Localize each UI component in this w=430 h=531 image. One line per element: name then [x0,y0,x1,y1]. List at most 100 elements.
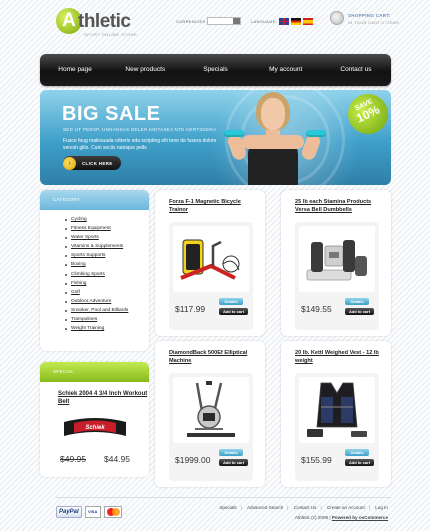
category-item[interactable]: Trampolines [40,315,149,324]
footer-links: Specials | Advanced Search | Contact Us | C… [219,505,388,510]
nav-item-specials[interactable]: Specials [180,54,250,86]
special-heading: SPECIAL [40,362,149,382]
details-button[interactable]: Details [345,449,369,456]
category-item[interactable]: Outdoor Adventure [40,297,149,306]
elliptical-machine-image[interactable] [173,377,249,443]
mastercard-logo [103,506,122,518]
logo[interactable]: A thletic SPORT ONLINE STORE [56,8,156,38]
banner-subtitle: SED UT PERSP. UNNANSAS DELER KRITASEA NT… [63,127,217,132]
product-frame: $1999.00 Details Add to cart [169,373,253,481]
add-to-cart-button[interactable]: Add to cart [219,308,248,315]
footer-link-specials[interactable]: Specials [219,505,236,510]
language-label: LANGUAGE: [251,19,278,24]
click-here-label: CLICK HERE [82,160,113,166]
footer-separator: | [329,515,331,520]
footer-link-log-in[interactable]: Log In [375,505,388,510]
banner-description: Fusce feug malesuada orberis eda scripti… [63,138,217,151]
flag-uk-icon[interactable] [279,18,289,25]
svg-text:Schiek: Schiek [85,425,105,431]
nav-item-home[interactable]: Home page [40,54,110,86]
cart-icon[interactable] [330,11,344,25]
bicycle-trainer-image[interactable] [173,226,249,292]
product-price: $1999.00 [175,455,211,465]
category-list: Cycling Fitness Equipment Water Sports V… [40,210,149,333]
powered-by-link[interactable]: Powered by osCommerce [332,515,388,520]
footer-link-contact-us[interactable]: Contact Us [294,505,317,510]
product-name[interactable]: DiamondBack 500Ef Elliptical Machine [169,349,261,365]
details-button[interactable]: Details [219,298,243,305]
currency-select[interactable] [207,17,241,25]
footer-link-create-account[interactable]: Create an Account [327,505,365,510]
dumbbells-image[interactable] [299,226,375,292]
category-item[interactable]: Cycling [40,215,149,224]
category-item[interactable]: Climbing Sports [40,270,149,279]
category-item[interactable]: Vitamins & Supplements [40,242,149,251]
category-item[interactable]: Fishing [40,279,149,288]
special-box: SPECIAL Schiek 2004 4 3/4 Inch Workout B… [40,362,149,477]
product-price: $149.55 [301,304,332,314]
footer-separator: | [240,505,242,510]
dumbbell-icon [224,130,244,137]
category-item[interactable]: Fitness Equipment [40,224,149,233]
product-card: 20 lb. Kettl Weighed Vest - 12 lb weight… [281,341,391,487]
special-price-new: $44.95 [104,454,130,464]
nav-item-my-account[interactable]: My account [251,54,321,86]
category-heading: CATEGORY [40,190,149,210]
category-item[interactable]: Weight Training [40,324,149,333]
payment-logos: PayPal VISA [56,506,128,518]
currencies-label: CURRENCIES: [176,19,207,24]
model-image [220,90,330,185]
product-price: $155.99 [301,455,332,465]
product-card: Forza F-1 Magnetic Bicycle Trainor $117.… [155,190,265,336]
product-card: 25 lb each Stamina Products Versa Bell D… [281,190,391,336]
nav-item-contact-us[interactable]: Contact us [321,54,391,86]
product-frame: $149.55 Details Add to cart [295,222,379,330]
category-item[interactable]: Golf [40,288,149,297]
footer-separator: | [287,505,289,510]
copyright-text: Athletic (c) 2009 [294,515,329,520]
category-item[interactable]: Snooker, Pool and Billiards [40,306,149,315]
special-price-old: $49.95 [60,454,86,464]
product-name[interactable]: 20 lb. Kettl Weighed Vest - 12 lb weight [295,349,387,365]
nav-item-new-products[interactable]: New products [110,54,180,86]
click-here-button[interactable]: › CLICK HERE [63,156,121,170]
flag-de-icon[interactable] [291,18,301,25]
category-box: CATEGORY Cycling Fitness Equipment Water… [40,190,149,351]
footer-copyright: Athletic (c) 2009 | Powered by osCommerc… [295,515,388,520]
weighted-vest-image[interactable] [299,377,375,443]
category-item[interactable]: Sports Supports [40,251,149,260]
category-item[interactable]: Water Sports [40,233,149,242]
flag-es-icon[interactable] [303,18,313,25]
arrow-right-icon: › [63,156,76,170]
product-price: $117.99 [175,304,206,314]
cart-status: IN YOUR CART 0 ITEMS [348,20,400,25]
paypal-logo: PayPal [56,506,82,518]
footer-link-advanced-search[interactable]: Advanced Search [247,505,283,510]
cart-title[interactable]: SHOPPING CART: [348,13,391,18]
product-card: DiamondBack 500Ef Elliptical Machine $19… [155,341,265,487]
footer-separator: | [320,505,322,510]
banner-title: BIG SALE [62,103,161,125]
add-to-cart-button[interactable]: Add to cart [219,459,248,466]
logo-text: thletic [78,11,131,32]
visa-logo: VISA [84,506,101,518]
main-nav: Home page New products Specials My accou… [40,54,391,86]
model-face [261,98,285,130]
product-name[interactable]: 25 lb each Stamina Products Versa Bell D… [295,198,387,214]
product-frame: $117.99 Details Add to cart [169,222,253,330]
promo-banner: BIG SALE SED UT PERSP. UNNANSAS DELER KR… [40,90,391,185]
workout-belt-image[interactable]: Schiek [60,412,130,442]
logo-tagline: SPORT ONLINE STORE [84,32,138,37]
footer-divider [56,497,391,498]
add-to-cart-button[interactable]: Add to cart [345,308,374,315]
details-button[interactable]: Details [219,449,243,456]
dumbbell-icon [306,130,326,137]
footer-separator: | [368,505,370,510]
chevron-down-icon [233,18,240,24]
add-to-cart-button[interactable]: Add to cart [345,459,374,466]
product-frame: $155.99 Details Add to cart [295,373,379,481]
details-button[interactable]: Details [345,298,369,305]
category-item[interactable]: Boxing [40,260,149,269]
special-product-name[interactable]: Schiek 2004 4 3/4 Inch Workout Belt [58,390,148,406]
product-name[interactable]: Forza F-1 Magnetic Bicycle Trainor [169,198,261,214]
